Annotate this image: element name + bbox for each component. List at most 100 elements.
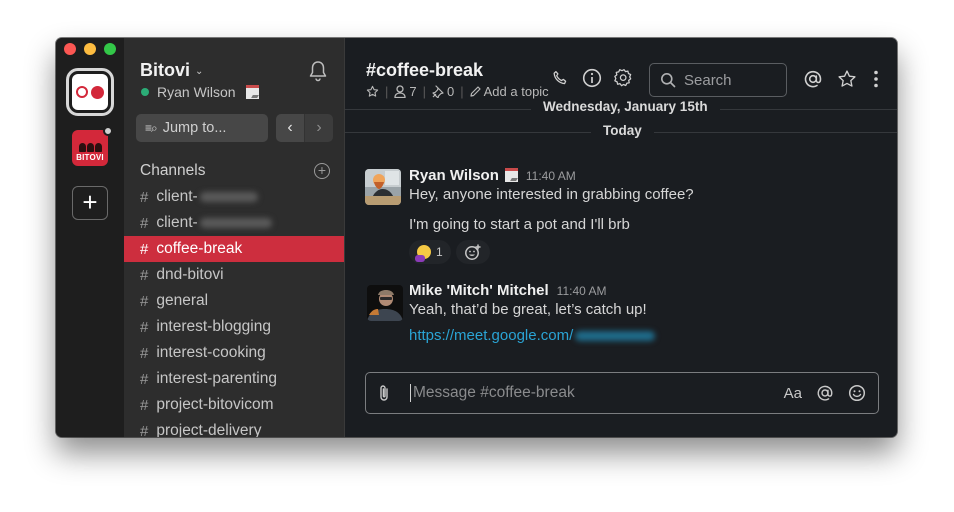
add-topic-label: Add a topic (483, 84, 549, 99)
sidebar-channel-item[interactable]: # coffee-break (124, 236, 344, 262)
workspace-menu[interactable]: Bitovi ⌄ (140, 60, 203, 81)
message-body: Mike 'Mitch' Mitchel 11:40 AM Yeah, that… (409, 282, 877, 344)
channel-hash-icon: # (140, 214, 149, 232)
pinned-count: 0 (447, 84, 455, 99)
channel-settings-gear-icon[interactable] (614, 68, 634, 88)
channel-sidebar: Bitovi ⌄ Ryan Wilson ≡⌕ Jump to... ‹ › C… (124, 38, 344, 437)
workspace-name: Bitovi (140, 60, 191, 80)
unread-badge (103, 126, 113, 136)
maximize-window-button[interactable] (104, 43, 116, 55)
meta-separator: | (460, 84, 464, 99)
workspace-label: BITOVI (76, 153, 104, 162)
meeting-link[interactable]: https://meet.google.com/ (409, 327, 573, 344)
message-text: Yeah, that’d be great, let’s catch up! (409, 301, 647, 318)
close-window-button[interactable] (64, 43, 76, 55)
workspace-bitovi-active[interactable] (66, 68, 114, 116)
channel-hash-icon: # (140, 266, 149, 284)
channel-hash-icon: # (140, 422, 149, 438)
message-header: Mike 'Mitch' Mitchel 11:40 AM (409, 282, 877, 299)
mention-at-icon[interactable] (816, 384, 834, 402)
sidebar-channel-item[interactable]: # general (124, 288, 344, 314)
jump-to-label: Jump to... (162, 120, 227, 136)
notifications-bell-icon[interactable] (308, 60, 328, 82)
sidebar-channel-item[interactable]: # dnd-bitovi (124, 262, 344, 288)
workspace-bitovi-community[interactable]: BITOVI (72, 126, 113, 166)
emoji-picker-smiley-icon[interactable] (848, 384, 866, 402)
redacted-channel-suffix (199, 218, 272, 228)
message-author[interactable]: Mike 'Mitch' Mitchel (409, 282, 549, 299)
channel-name: client- (156, 214, 198, 231)
add-reaction-icon (464, 244, 481, 260)
redacted-channel-suffix (199, 192, 258, 202)
message-author[interactable]: Ryan Wilson (409, 167, 499, 184)
channel-name: interest-parenting (156, 370, 277, 387)
sidebar-channel-item[interactable]: # interest-blogging (124, 314, 344, 340)
sidebar-channel-item[interactable]: # project-delivery (124, 418, 344, 437)
channel-name: client- (156, 188, 198, 205)
reaction-facepalm[interactable]: 1 (409, 240, 451, 264)
jump-search-icon: ≡⌕ (145, 120, 158, 135)
channel-toolbar (550, 68, 634, 88)
message-body: Ryan Wilson 11:40 AM Hey, anyone interes… (409, 166, 877, 264)
forward-button[interactable]: › (304, 114, 333, 142)
add-workspace-button[interactable]: + (72, 186, 108, 220)
jump-to-button[interactable]: ≡⌕ Jump to... (136, 114, 268, 142)
member-count: 7 (409, 84, 417, 99)
channel-view: #coffee-break | 7 | 0 | Add a topic Sear… (344, 38, 897, 437)
channel-hash-icon: # (140, 396, 149, 414)
message-input[interactable] (413, 384, 784, 402)
channel-hash-icon: # (140, 240, 149, 258)
channel-name: project-bitovicom (156, 396, 274, 413)
attach-file-paperclip-icon[interactable] (378, 384, 398, 402)
header-right-icons (803, 69, 881, 89)
channel-name: interest-cooking (156, 344, 266, 361)
back-button[interactable]: ‹ (276, 114, 304, 142)
sidebar-channel-item[interactable]: # client- (124, 210, 344, 236)
message-text: Hey, anyone interested in grabbing coffe… (409, 186, 694, 203)
presence-indicator (141, 88, 149, 96)
date-divider-label: Wednesday, January 15th (531, 99, 720, 114)
calendar-status-icon (504, 168, 518, 182)
bitovi-logo-icon (72, 74, 108, 110)
sidebar-channel-item[interactable]: # interest-parenting (124, 366, 344, 392)
message-timestamp[interactable]: 11:40 AM (557, 284, 607, 298)
sidebar-channel-item[interactable]: # project-bitovicom (124, 392, 344, 418)
mentions-at-icon[interactable] (803, 69, 823, 89)
phone-call-icon[interactable] (550, 68, 570, 88)
channel-list: # client- # client- # coffee-break # dnd-bitovi… (124, 184, 344, 437)
more-options-kebab-icon[interactable] (871, 69, 881, 89)
meta-separator: | (422, 84, 427, 99)
add-topic-button[interactable]: Add a topic (470, 84, 549, 99)
formatting-toggle-button[interactable]: Aa (784, 385, 802, 402)
message-text: I'm going to start a pot and I'll brb (409, 216, 630, 233)
history-navigation: ‹ › (276, 114, 333, 142)
message-link-line: https://meet.google.com/ (409, 327, 877, 344)
reactions-bar: 1 (409, 240, 877, 264)
channel-hash-icon: # (140, 188, 149, 206)
avatar-mike-mitchel[interactable] (367, 285, 403, 321)
add-channel-icon[interactable]: + (314, 163, 330, 179)
channel-name: dnd-bitovi (156, 266, 224, 283)
channels-header-label[interactable]: Channels (140, 162, 206, 180)
pinned-button[interactable]: 0 (432, 84, 454, 99)
channel-details-info-icon[interactable] (582, 68, 602, 88)
sidebar-channel-item[interactable]: # interest-cooking (124, 340, 344, 366)
members-button[interactable]: 7 (394, 84, 417, 99)
minimize-window-button[interactable] (84, 43, 96, 55)
channel-title[interactable]: #coffee-break (366, 60, 483, 81)
message-timestamp[interactable]: 11:40 AM (526, 169, 576, 183)
avatar-ryan-wilson[interactable] (365, 169, 401, 205)
search-placeholder: Search (684, 71, 732, 89)
sidebar-channel-item[interactable]: # client- (124, 184, 344, 210)
workspace-rail: BITOVI + (56, 38, 124, 437)
search-input[interactable]: Search (649, 63, 787, 97)
add-reaction-button[interactable] (455, 240, 490, 264)
starred-items-icon[interactable] (837, 69, 857, 89)
text-caret (410, 384, 411, 402)
people-icon (78, 143, 102, 152)
chevron-down-icon: ⌄ (195, 66, 204, 77)
star-channel-icon[interactable] (366, 85, 379, 98)
current-user[interactable]: Ryan Wilson (141, 84, 259, 100)
channel-hash-icon: # (140, 370, 149, 388)
today-divider-label: Today (591, 123, 654, 138)
